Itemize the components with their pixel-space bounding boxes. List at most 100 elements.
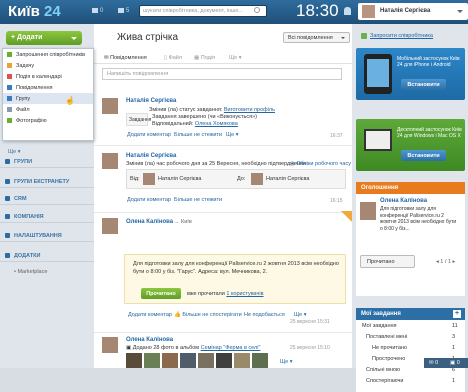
nav-apps[interactable]: ДОДАТКИ: [0, 249, 94, 262]
menu-item-group[interactable]: Групу ☝: [3, 93, 93, 105]
mobile-app-banner[interactable]: Мобільний застосунок Київ 24 для iPhone …: [356, 48, 465, 100]
nav-label: ГРУПИ: [14, 159, 33, 165]
messages-counter[interactable]: 5: [118, 8, 129, 14]
menu-item-invite[interactable]: Запрошення співробітників: [3, 49, 93, 60]
add-comment-link[interactable]: Додати коментар: [128, 312, 172, 318]
avatar[interactable]: [102, 218, 118, 234]
mark-read-button[interactable]: Прочитано: [141, 288, 181, 299]
unfollow-link[interactable]: Більше не стежити: [174, 197, 222, 203]
readers-link[interactable]: 1 користувачів: [226, 291, 263, 297]
menu-item-task[interactable]: Задачу: [3, 60, 93, 71]
album-photo[interactable]: [126, 353, 142, 368]
nav-marketplace[interactable]: • Marketplace: [14, 269, 47, 275]
menu-item-message[interactable]: Повідомлення: [3, 82, 93, 93]
album-photo[interactable]: [198, 353, 214, 368]
timesheet-link[interactable]: ◷ Обліки робочого часу: [290, 161, 351, 167]
more-link[interactable]: Ще ▾: [280, 359, 293, 365]
album-photo[interactable]: [234, 353, 250, 368]
add-comment-link[interactable]: Додати коментар: [127, 197, 171, 203]
task-link[interactable]: Виготовити профіль: [224, 107, 275, 113]
search-input[interactable]: шукати співробітника, документ, інше...: [139, 5, 267, 17]
tasks-title: Мої завдання: [361, 311, 401, 317]
post-author[interactable]: Олена Калінова: [126, 219, 173, 225]
bell-icon[interactable]: [344, 7, 351, 15]
calendar-icon: [7, 74, 12, 79]
post-author[interactable]: Наталія Сергієва: [126, 153, 176, 159]
menu-item-label: Фотографію: [16, 118, 47, 124]
announcements-panel: Олена Калінова Для підготовки залу для к…: [356, 194, 465, 296]
post-author[interactable]: Наталія Сергієва: [126, 98, 176, 104]
install-mobile-button[interactable]: Встановити: [401, 79, 446, 90]
task-row[interactable]: Мої завдання: [362, 323, 397, 329]
task-row[interactable]: Спостерігаючи: [366, 378, 403, 384]
search-icon[interactable]: [254, 7, 260, 13]
nav-label: CRM: [14, 196, 27, 202]
nav-extranet-groups[interactable]: ГРУПИ ЕКСТРАНЕТУ: [0, 175, 94, 188]
install-desktop-button[interactable]: Встановити: [401, 150, 446, 161]
to-name: Наталія Сергієва: [266, 176, 310, 182]
notifications-counter[interactable]: 0: [92, 8, 103, 14]
invite-icon: [7, 52, 12, 57]
album-photo[interactable]: [162, 353, 178, 368]
album-photo[interactable]: [180, 353, 196, 368]
nav-groups[interactable]: ГРУПИ: [0, 155, 94, 168]
task-row[interactable]: Поставлені мені: [366, 334, 407, 340]
task-badge: Завдання: [126, 113, 151, 126]
chat-bar[interactable]: ✉ 0 ▣ 0: [424, 358, 468, 368]
read-label: вже прочитали: [187, 291, 225, 297]
menu-item-file[interactable]: Файл: [3, 104, 93, 115]
tab-more[interactable]: Ще ▾: [229, 55, 242, 61]
logo[interactable]: Київ 24: [8, 3, 61, 20]
like-link[interactable]: 👍 Більше не спостерігати: [174, 312, 242, 318]
album-link[interactable]: Семінар "Ферма в селі": [201, 345, 261, 351]
menu-item-photo[interactable]: Фотографію: [3, 115, 93, 126]
add-comment-link[interactable]: Додати коментар: [127, 132, 171, 138]
album-photo[interactable]: [216, 353, 232, 368]
post-text-label: Відповідальний:: [152, 121, 194, 127]
important-flag-icon: [341, 211, 352, 222]
dislike-link[interactable]: Не подобається: [244, 312, 285, 318]
unfollow-link[interactable]: Більше не стежити: [174, 132, 222, 138]
menu-item-label: Подія в календарі: [16, 74, 62, 80]
post-time: 16:15: [330, 198, 343, 204]
filter-dropdown[interactable]: Всі повідомлення: [283, 32, 350, 43]
important-message-text: Для підготовки залу для конференції Pali…: [133, 261, 339, 275]
announcement-pager[interactable]: ◂ 1 / 1 ▸: [436, 259, 455, 265]
avatar[interactable]: [102, 337, 118, 353]
post-input[interactable]: Напишіть повідомлення: [102, 68, 342, 80]
user-menu[interactable]: Наталія Сергієва: [358, 3, 468, 20]
announcement-read-button[interactable]: Прочитано: [360, 255, 415, 268]
add-task-icon[interactable]: +: [453, 310, 461, 318]
task-row[interactable]: Прострочено: [372, 356, 405, 362]
nav-crm[interactable]: CRM: [0, 192, 94, 205]
tab-event[interactable]: ▦ Подія: [194, 55, 215, 61]
avatar: [362, 5, 375, 18]
responsible-link[interactable]: Олена Хомякова: [195, 121, 238, 127]
task-row[interactable]: Не прочитано: [372, 345, 407, 351]
clock[interactable]: 18:30: [296, 1, 339, 21]
more-link[interactable]: Ще ▾: [294, 312, 307, 318]
post-destination[interactable]: → Київ: [174, 219, 192, 225]
task-icon: [7, 63, 12, 68]
tab-file[interactable]: ▯ Файл: [164, 55, 182, 61]
main-feed: Жива стрічка Всі повідомлення ✉ Повідомл…: [94, 24, 352, 368]
desktop-app-banner[interactable]: Десктопний застосунок Київ 24 для Window…: [356, 119, 465, 171]
announcement-author[interactable]: Олена Калінова: [380, 198, 427, 204]
avatar[interactable]: [102, 153, 118, 169]
tab-message[interactable]: ✉ Повідомлення: [104, 55, 147, 61]
crm-icon: [5, 196, 10, 201]
add-button[interactable]: + Додати: [6, 31, 82, 45]
from-name: Наталія Сергієва: [158, 176, 202, 182]
gear-icon: [5, 233, 10, 238]
more-link[interactable]: Ще ▾: [226, 132, 239, 138]
post-author[interactable]: Олена Калінова: [126, 337, 173, 343]
post-text-line: Додано 28 фото в альбом: [132, 345, 200, 351]
menu-item-event[interactable]: Подія в календарі: [3, 71, 93, 82]
nav-company[interactable]: КОМПАНІЯ: [0, 210, 94, 223]
nav-label: КОМПАНІЯ: [14, 214, 44, 220]
nav-settings[interactable]: НАЛАШТУВАННЯ: [0, 229, 94, 242]
invite-employee-link[interactable]: Запросити співробітника: [370, 33, 433, 39]
album-photo[interactable]: [252, 353, 268, 368]
avatar[interactable]: [102, 98, 118, 114]
album-photo[interactable]: [144, 353, 160, 368]
